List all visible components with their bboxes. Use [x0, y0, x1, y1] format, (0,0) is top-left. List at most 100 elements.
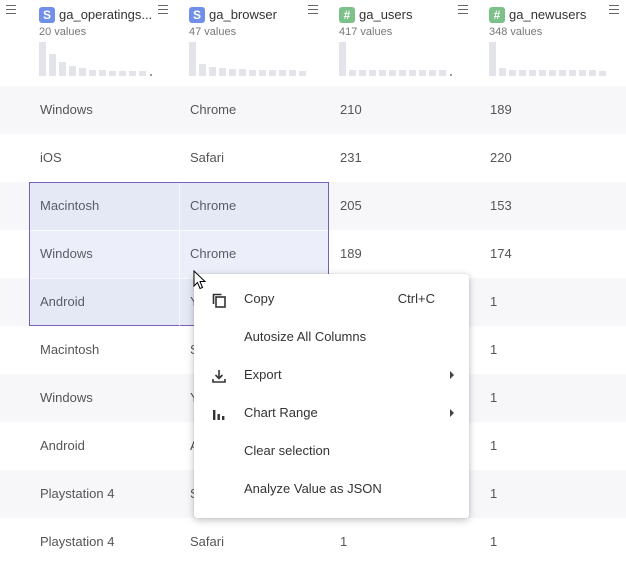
- column-menu-icon[interactable]: [158, 5, 168, 14]
- column-title: ga_operatings...: [59, 7, 153, 22]
- column-histogram: [489, 40, 609, 76]
- menu-item-clear-selection[interactable]: Clear selection: [194, 432, 469, 470]
- column-menu-icon[interactable]: [458, 5, 468, 14]
- menu-item-export[interactable]: Export: [194, 356, 469, 394]
- table-row[interactable]: Windows Chrome 210 189: [0, 86, 626, 134]
- menu-item-label: Analyze Value as JSON: [244, 481, 382, 496]
- histogram-bar: [150, 74, 152, 76]
- cell-users[interactable]: 1: [340, 518, 480, 565]
- menu-item-shortcut: Ctrl+C: [397, 291, 435, 306]
- data-grid: S ga_operatings... 20 values S ga_browse…: [0, 0, 626, 565]
- histogram-bar: [529, 70, 536, 76]
- column-title: ga_newusers: [509, 7, 587, 22]
- histogram-bar: [249, 70, 256, 76]
- histogram-bar: [489, 42, 496, 76]
- histogram-bar: [279, 70, 286, 76]
- cell-operatingsystem[interactable]: Playstation 4: [40, 470, 180, 518]
- column-menu-icon[interactable]: [609, 5, 619, 14]
- cell-newusers[interactable]: 1: [490, 470, 620, 518]
- cell-browser[interactable]: Safari: [190, 134, 330, 182]
- table-row[interactable]: Playstation 4 Safari 1 1: [0, 518, 626, 565]
- cell-operatingsystem[interactable]: iOS: [40, 134, 180, 182]
- cell-users[interactable]: 189: [340, 230, 480, 278]
- column-title: ga_users: [359, 7, 413, 22]
- cell-newusers[interactable]: 1: [490, 422, 620, 470]
- cell-operatingsystem[interactable]: Playstation 4: [40, 518, 180, 565]
- column-value-count: 348 values: [489, 26, 543, 38]
- histogram-bar: [509, 70, 516, 76]
- cell-browser[interactable]: Safari: [190, 518, 330, 565]
- histogram-bar: [450, 74, 452, 76]
- column-header-ga-newusers[interactable]: # ga_newusers 348 values: [489, 0, 626, 86]
- column-header-ga-users[interactable]: # ga_users 417 values: [339, 0, 479, 86]
- histogram-bar: [199, 64, 206, 76]
- column-value-count: 47 values: [189, 26, 237, 38]
- string-type-icon: S: [39, 7, 55, 23]
- number-type-icon: #: [489, 7, 505, 23]
- histogram-bar: [129, 71, 136, 76]
- histogram-bar: [189, 42, 196, 76]
- selection-column-divider: [179, 183, 180, 327]
- menu-icon[interactable]: [6, 5, 16, 14]
- menu-item-autosize-all-columns[interactable]: Autosize All Columns: [194, 318, 469, 356]
- cell-newusers[interactable]: 1: [490, 278, 620, 326]
- column-header-ga-browser[interactable]: S ga_browser 47 values: [189, 0, 329, 86]
- number-type-icon: #: [339, 7, 355, 23]
- table-row[interactable]: iOS Safari 231 220: [0, 134, 626, 182]
- column-histogram: [339, 40, 459, 76]
- copy-icon: [212, 293, 226, 308]
- menu-item-label: Chart Range: [244, 405, 318, 420]
- column-histogram: [39, 40, 159, 76]
- menu-item-label: Autosize All Columns: [244, 329, 367, 344]
- histogram-bar: [209, 67, 216, 76]
- menu-item-chart-range[interactable]: Chart Range: [194, 394, 469, 432]
- histogram-bar: [579, 70, 586, 76]
- cell-operatingsystem[interactable]: Macintosh: [40, 326, 180, 374]
- histogram-bar: [39, 42, 46, 76]
- histogram-bar: [139, 71, 146, 76]
- histogram-bar: [339, 42, 346, 76]
- cell-users[interactable]: 205: [340, 182, 480, 230]
- cell-newusers[interactable]: 1: [490, 518, 620, 565]
- histogram-bar: [369, 70, 376, 76]
- cell-newusers[interactable]: 1: [490, 374, 620, 422]
- cell-browser[interactable]: Chrome: [190, 86, 330, 134]
- mouse-cursor-icon: [193, 270, 207, 290]
- cell-users[interactable]: 231: [340, 134, 480, 182]
- menu-item-analyze-value-as-json[interactable]: Analyze Value as JSON: [194, 470, 469, 508]
- column-title: ga_browser: [209, 7, 277, 22]
- column-header-ga-operatingsystem[interactable]: S ga_operatings... 20 values: [39, 0, 179, 86]
- submenu-arrow-icon: [450, 409, 454, 417]
- histogram-bar: [79, 68, 86, 76]
- histogram-bar: [69, 66, 76, 76]
- cell-newusers[interactable]: 189: [490, 86, 620, 134]
- submenu-arrow-icon: [450, 371, 454, 379]
- cell-operatingsystem[interactable]: Android: [40, 422, 180, 470]
- histogram-bar: [539, 70, 546, 76]
- menu-item-copy[interactable]: Copy Ctrl+C: [194, 280, 469, 318]
- histogram-bar: [499, 68, 506, 76]
- histogram-bar: [299, 71, 306, 76]
- column-menu-icon[interactable]: [308, 5, 318, 14]
- histogram-bar: [349, 70, 356, 76]
- download-icon: [212, 370, 226, 383]
- histogram-bar: [289, 70, 296, 76]
- cell-operatingsystem[interactable]: Windows: [40, 86, 180, 134]
- histogram-bar: [99, 70, 106, 76]
- cell-newusers[interactable]: 1: [490, 326, 620, 374]
- string-type-icon: S: [189, 7, 205, 23]
- cell-newusers[interactable]: 220: [490, 134, 620, 182]
- cell-users[interactable]: 210: [340, 86, 480, 134]
- column-value-count: 417 values: [339, 26, 393, 38]
- histogram-bar: [399, 70, 406, 76]
- histogram-bar: [429, 70, 436, 76]
- histogram-bar: [119, 71, 126, 76]
- cell-operatingsystem[interactable]: Windows: [40, 374, 180, 422]
- menu-item-label: Clear selection: [244, 443, 330, 458]
- cell-newusers[interactable]: 153: [490, 182, 620, 230]
- histogram-bar: [109, 71, 116, 76]
- menu-item-label: Export: [244, 367, 282, 382]
- cell-newusers[interactable]: 174: [490, 230, 620, 278]
- histogram-bar: [589, 70, 596, 76]
- histogram-bar: [89, 70, 96, 76]
